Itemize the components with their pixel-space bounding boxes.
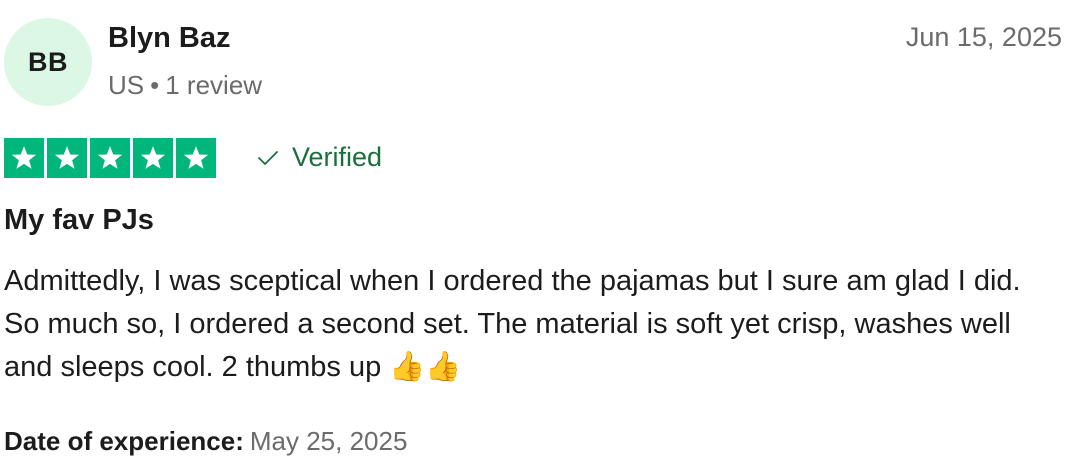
star-rating: [4, 138, 216, 178]
checkmark-icon: [258, 150, 278, 165]
meta-separator: •: [150, 70, 160, 100]
date-of-experience: Date of experience: May 25, 2025: [4, 426, 407, 457]
star-icon: [176, 138, 216, 178]
star-icon: [47, 138, 87, 178]
experience-label: Date of experience:: [4, 426, 244, 456]
review-date: Jun 15, 2025: [905, 22, 1062, 52]
verified-badge[interactable]: Verified: [256, 142, 382, 173]
reviewer-meta: US • 1 review: [108, 70, 262, 101]
reviewer-name[interactable]: Blyn Baz: [108, 22, 230, 55]
star-icon: [90, 138, 130, 178]
review-title[interactable]: My fav PJs: [4, 204, 154, 237]
avatar-initials: BB: [28, 46, 68, 77]
avatar: BB: [4, 18, 92, 106]
reviewer-review-count: 1 review: [165, 70, 263, 100]
verified-label: Verified: [292, 142, 383, 172]
experience-date: May 25, 2025: [249, 426, 408, 456]
star-icon: [4, 138, 44, 178]
star-icon: [133, 138, 173, 178]
review-body: Admittedly, I was sceptical when I order…: [4, 265, 1021, 383]
reviewer-country: US: [108, 70, 145, 100]
